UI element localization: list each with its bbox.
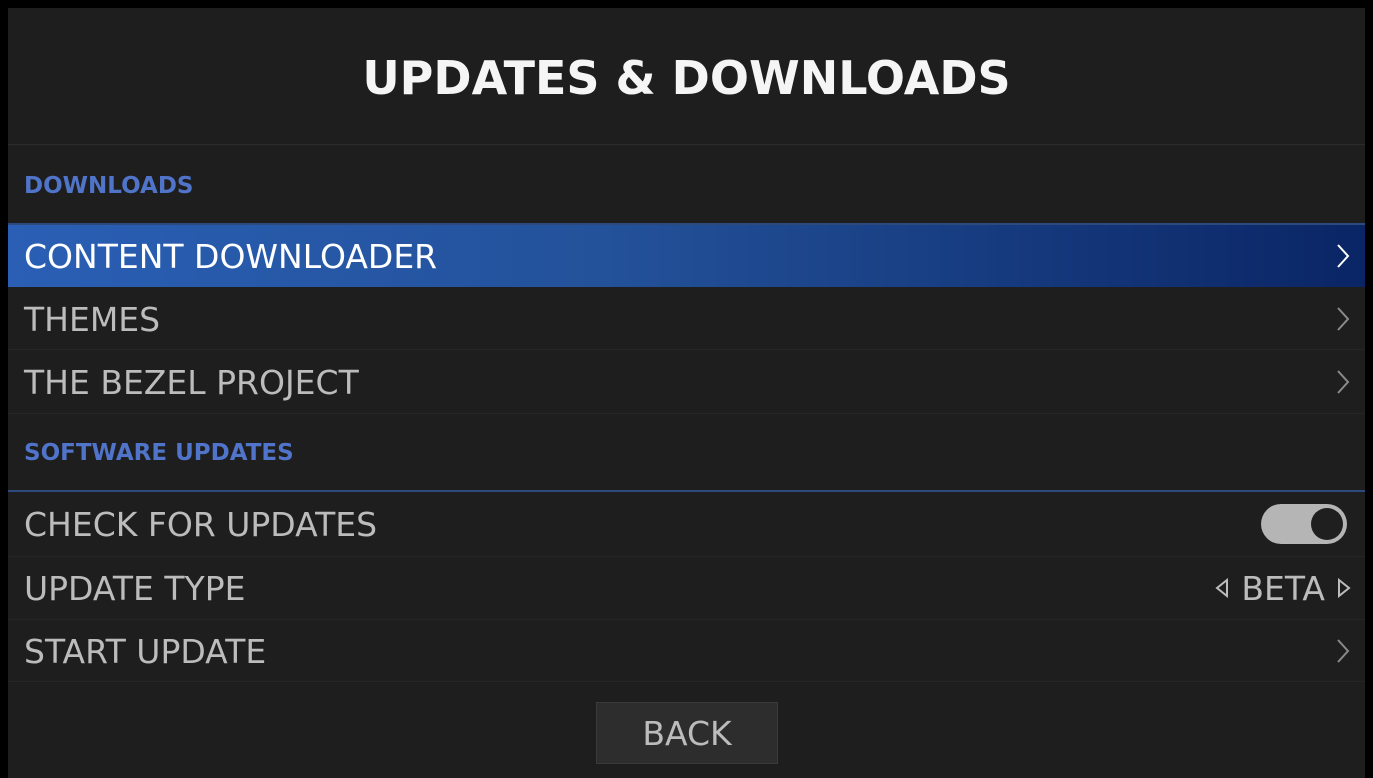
page-title: UPDATES & DOWNLOADS [362,51,1011,105]
section-header-software-updates: SOFTWARE UPDATES [24,440,294,466]
toggle-knob [1311,508,1343,540]
menu-item-label: CONTENT DOWNLOADER [24,236,438,276]
menu-item-start-update[interactable]: START UPDATE [8,620,1365,682]
chevron-right-icon [1335,367,1351,397]
check-for-updates-toggle[interactable] [1261,504,1347,544]
menu-item-the-bezel-project[interactable]: THE BEZEL PROJECT [8,351,1365,413]
section-header-downloads: DOWNLOADS [24,173,194,199]
chevron-right-icon [1335,304,1351,334]
menu-item-content-downloader[interactable]: CONTENT DOWNLOADER [8,225,1365,287]
section-divider-software-updates [8,490,1365,492]
menu-item-label: CHECK FOR UPDATES [24,504,378,544]
back-button[interactable]: BACK [596,702,778,764]
arrow-right-icon[interactable] [1337,577,1351,599]
update-type-value: BETA [1241,568,1325,608]
row-divider [8,413,1365,414]
row-divider [8,681,1365,682]
title-divider [8,144,1365,145]
menu-item-themes[interactable]: THEMES [8,288,1365,350]
menu-item-update-type[interactable]: UPDATE TYPE BETA [8,557,1365,619]
chevron-right-icon [1335,241,1351,271]
update-type-selector[interactable]: BETA [1215,569,1351,608]
arrow-left-icon[interactable] [1215,577,1229,599]
menu-item-label: THE BEZEL PROJECT [24,362,359,402]
menu-screen: UPDATES & DOWNLOADS DOWNLOADS CONTENT DO… [8,8,1365,778]
menu-item-label: THEMES [24,299,161,339]
chevron-right-icon [1335,636,1351,666]
menu-item-check-for-updates[interactable]: CHECK FOR UPDATES [8,493,1365,555]
menu-item-label: UPDATE TYPE [24,568,246,608]
menu-item-label: START UPDATE [24,631,267,671]
